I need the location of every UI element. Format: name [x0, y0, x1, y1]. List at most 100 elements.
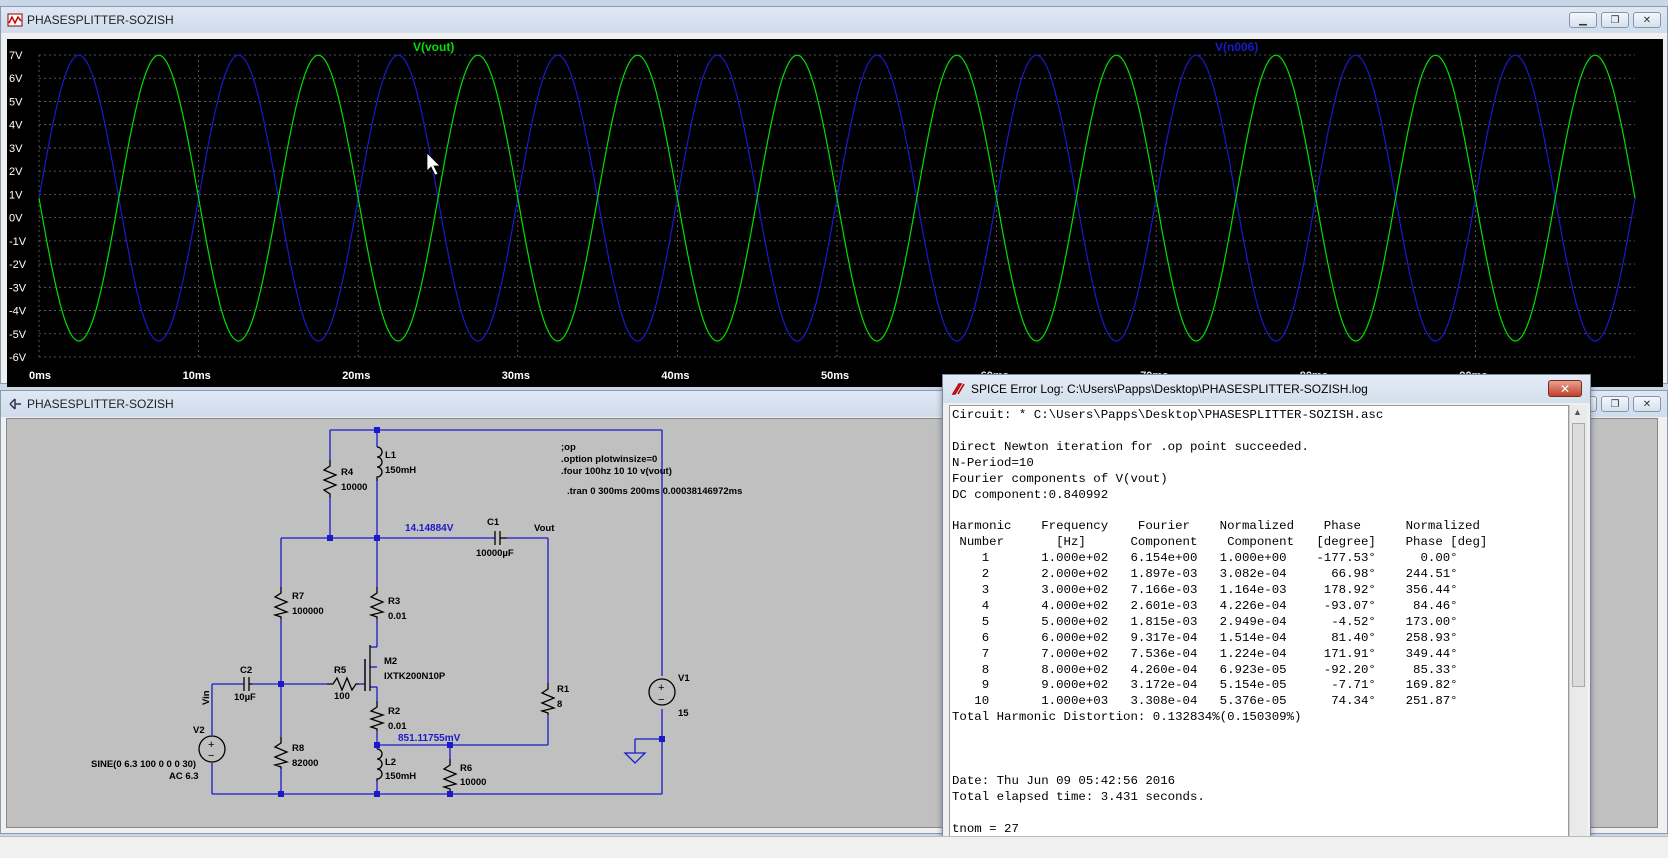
- resistor-r5-symbol: [327, 676, 359, 692]
- x-tick-label: 0ms: [29, 370, 51, 382]
- y-tick-label: 6V: [9, 73, 23, 85]
- label-l2-value: 150mH: [385, 771, 416, 782]
- resistor-r4-symbol: [322, 460, 338, 498]
- junction-dots: [278, 427, 665, 797]
- ltspice-icon: [951, 383, 965, 395]
- label-v1-value: 15: [678, 708, 689, 719]
- net-label-vin: Vin: [201, 690, 212, 705]
- waveform-app-icon: [7, 13, 23, 27]
- label-r7-value: 100000: [292, 606, 324, 617]
- y-tick-label: 3V: [9, 143, 23, 155]
- label-v2-sine: SINE(0 6.3 100 0 0 0 30): [91, 759, 196, 770]
- label-r8-name: R8: [292, 743, 304, 754]
- spice-directive-tran: .tran 0 300ms 200ms 0.00038146972ms: [567, 486, 742, 497]
- label-r2-name: R2: [388, 706, 400, 717]
- log-titlebar[interactable]: SPICE Error Log: C:\Users\Papps\Desktop\…: [943, 375, 1590, 403]
- label-r4-name: R4: [341, 467, 354, 478]
- log-scrollbar[interactable]: ▲ ▼: [1569, 405, 1587, 855]
- spice-directive-op: ;op: [561, 442, 576, 453]
- mouse-cursor-icon: [426, 152, 441, 176]
- log-window-title: SPICE Error Log: C:\Users\Papps\Desktop\…: [971, 382, 1368, 396]
- label-m2-name: M2: [384, 656, 397, 667]
- label-r6-name: R6: [460, 763, 472, 774]
- plot-grid: [38, 54, 1635, 358]
- status-bar: [0, 836, 1668, 858]
- label-r6-value: 10000: [460, 777, 486, 788]
- y-tick-label: 5V: [9, 96, 23, 108]
- label-v2-ac: AC 6.3: [169, 771, 199, 782]
- resistor-r6-symbol: [441, 759, 459, 791]
- x-tick-label: 20ms: [342, 370, 370, 382]
- resistor-r3-symbol: [368, 587, 386, 619]
- waveform-svg[interactable]: 7V 6V 5V 4V 3V 2V 1V 0V -1V -2V -3V -4V -5V -6V 0ms 10…: [7, 39, 1663, 387]
- label-r3-name: R3: [388, 596, 400, 607]
- log-text[interactable]: Circuit: * C:\Users\Papps\Desktop\PHASES…: [950, 406, 1568, 854]
- y-tick-label: -4V: [9, 306, 27, 318]
- scrollbar-thumb[interactable]: [1572, 423, 1585, 687]
- y-tick-label: -1V: [9, 236, 27, 248]
- y-axis-ticks: 7V 6V 5V 4V 3V 2V 1V 0V -1V -2V -3V -4V -5V -6V: [9, 50, 27, 364]
- waveform-plot[interactable]: 7V 6V 5V 4V 3V 2V 1V 0V -1V -2V -3V -4V -5V -6V 0ms 10…: [7, 39, 1663, 387]
- y-tick-label: 2V: [9, 166, 23, 178]
- y-tick-label: 4V: [9, 120, 23, 132]
- y-tick-label: 0V: [9, 213, 23, 225]
- trace-label-vout[interactable]: V(vout): [413, 40, 454, 54]
- net-label-vout: Vout: [534, 523, 555, 534]
- label-r1-name: R1: [557, 684, 570, 695]
- log-close-button[interactable]: ✕: [1548, 380, 1582, 397]
- waveform-window[interactable]: PHASESPLITTER-SOZISH ▁ ❐ ✕ 7V 6V 5V 4V 3V 2V 1…: [0, 6, 1668, 387]
- label-r2-value: 0.01: [388, 721, 407, 732]
- trace-vout[interactable]: [38, 54, 1636, 342]
- label-m2-value: IXTK200N10P: [384, 671, 446, 682]
- svg-text:+: +: [658, 682, 664, 694]
- label-v2-name: V2: [193, 725, 205, 736]
- spice-error-log-window[interactable]: SPICE Error Log: C:\Users\Papps\Desktop\…: [942, 374, 1591, 857]
- label-r3-value: 0.01: [388, 611, 407, 622]
- label-r7-name: R7: [292, 591, 304, 602]
- label-v1-name: V1: [678, 673, 690, 684]
- inductor-l2-symbol: [376, 748, 383, 781]
- x-tick-label: 30ms: [502, 370, 530, 382]
- label-r1-value: 8: [557, 699, 562, 710]
- ground-symbol: [623, 752, 647, 764]
- label-r5-value: 100: [334, 691, 350, 702]
- y-tick-label: -6V: [9, 352, 27, 364]
- y-tick-label: 1V: [9, 189, 23, 201]
- spice-directive-option: .option plotwinsize=0: [561, 454, 657, 465]
- label-c2-value: 10µF: [234, 692, 256, 703]
- trace-label-vn006[interactable]: V(n006): [1215, 40, 1258, 54]
- scroll-up-icon[interactable]: ▲: [1573, 407, 1582, 417]
- label-r4-value: 10000: [341, 482, 367, 493]
- label-l1-value: 150mH: [385, 465, 416, 476]
- inductor-l1-symbol: [376, 446, 383, 481]
- schematic-window-title: PHASESPLITTER-SOZISH: [27, 397, 174, 411]
- y-tick-label: -3V: [9, 282, 27, 294]
- svg-text:−: −: [658, 694, 664, 706]
- waveform-titlebar[interactable]: PHASESPLITTER-SOZISH ▁ ❐ ✕: [1, 7, 1667, 33]
- x-tick-label: 10ms: [183, 370, 211, 382]
- x-tick-label: 40ms: [661, 370, 689, 382]
- label-r8-value: 82000: [292, 758, 318, 769]
- node-voltage-top[interactable]: 14.14884V: [405, 523, 454, 534]
- x-tick-label: 50ms: [821, 370, 849, 382]
- waveform-window-title: PHASESPLITTER-SOZISH: [27, 13, 174, 27]
- close-window-button[interactable]: ✕: [1633, 12, 1661, 28]
- log-text-area[interactable]: Circuit: * C:\Users\Papps\Desktop\PHASES…: [949, 405, 1569, 855]
- y-tick-label: 7V: [9, 50, 23, 62]
- maximize-button[interactable]: ❐: [1601, 12, 1629, 28]
- schematic-maximize-button[interactable]: ❐: [1601, 396, 1629, 412]
- minimize-button[interactable]: ▁: [1569, 12, 1597, 28]
- resistor-r8-symbol: [272, 737, 290, 769]
- spice-directive-four: .four 100hz 10 10 v(vout): [561, 466, 672, 477]
- label-r5-name: R5: [334, 665, 347, 676]
- label-l1-name: L1: [385, 450, 397, 461]
- schematic-close-button[interactable]: ✕: [1633, 396, 1661, 412]
- label-c2-name: C2: [240, 665, 252, 676]
- resistor-r7-symbol: [272, 587, 290, 619]
- y-tick-label: -5V: [9, 329, 27, 341]
- node-voltage-bottom[interactable]: 851.11755mV: [398, 733, 461, 744]
- resistor-r2-symbol: [368, 701, 386, 731]
- label-c1-value: 10000µF: [476, 548, 514, 559]
- y-tick-label: -2V: [9, 259, 27, 271]
- svg-text:−: −: [208, 750, 214, 762]
